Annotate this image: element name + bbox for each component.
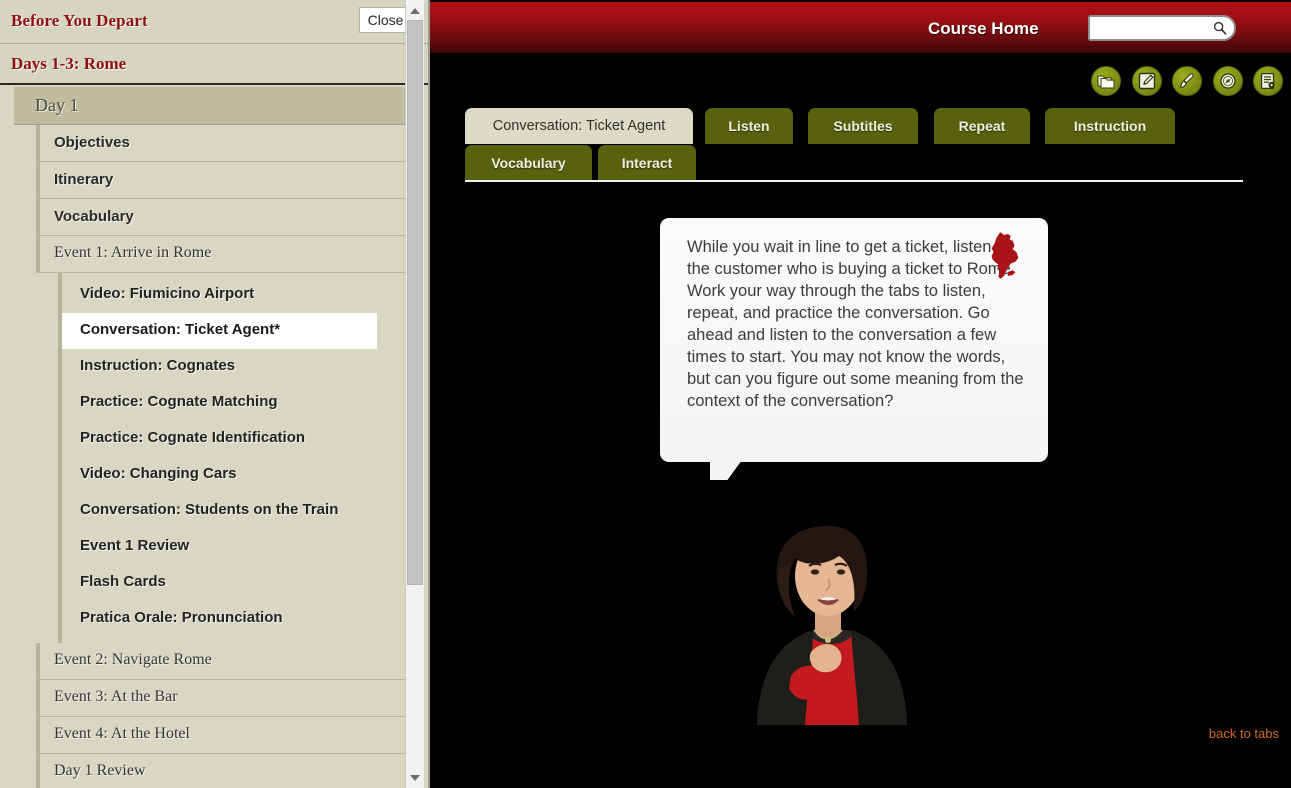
event-1-children: Video: Fiumicino Airport Conversation: T…: [58, 273, 405, 643]
paintbrush-icon[interactable]: [1172, 66, 1203, 96]
list-item[interactable]: Video: Fiumicino Airport: [62, 277, 405, 313]
sidebar-header: Before You Depart Close: [0, 0, 430, 44]
list-item[interactable]: Practice: Cognate Matching: [62, 385, 405, 421]
sidebar-item-day-1-review[interactable]: Day 1 Review: [36, 754, 405, 788]
tab-interact[interactable]: Interact: [598, 145, 696, 181]
folder-icon[interactable]: [1091, 66, 1122, 96]
sidebar-title: Before You Depart: [11, 11, 148, 30]
compass-icon[interactable]: [1212, 66, 1243, 96]
sidebar-scrollbar[interactable]: [405, 0, 424, 788]
list-item[interactable]: Flash Cards: [62, 565, 405, 601]
sidebar-item-event-4[interactable]: Event 4: At the Hotel: [36, 717, 405, 754]
sidebar-item-label: Event 2: Navigate Rome: [54, 651, 212, 668]
sidebar-item-label: Itinerary: [54, 171, 114, 188]
outline-level2-top: Objectives Itinerary Vocabulary Event 1:…: [14, 125, 405, 788]
list-item-label: Video: Fiumicino Airport: [80, 285, 255, 302]
list-item[interactable]: Video: Changing Cars: [62, 457, 405, 493]
list-item-label: Conversation: Ticket Agent*: [80, 321, 281, 338]
list-item-label: Flash Cards: [80, 573, 166, 590]
sidebar-subtitle: Days 1-3: Rome: [11, 54, 127, 73]
scroll-up-arrow-icon[interactable]: [406, 2, 424, 19]
sidebar-item-label: Event 4: At the Hotel: [54, 725, 190, 742]
sidebar-subheader: Days 1-3: Rome: [0, 44, 430, 85]
presenter-photo: [707, 480, 947, 725]
sidebar-item-event-2[interactable]: Event 2: Navigate Rome: [36, 643, 405, 680]
italy-map-icon: [991, 232, 1019, 279]
tab-listen[interactable]: Listen: [705, 108, 793, 144]
tab-vocabulary[interactable]: Vocabulary: [465, 145, 592, 181]
presenter-illustration: [707, 480, 947, 725]
list-item-selected[interactable]: Conversation: Ticket Agent*: [62, 313, 377, 349]
tab-row-2: Vocabulary Interact: [465, 145, 1255, 182]
tab-underline: [465, 180, 1243, 182]
list-item[interactable]: Instruction: Cognates: [62, 349, 405, 385]
sidebar-item-vocabulary[interactable]: Vocabulary: [36, 199, 405, 236]
search-box[interactable]: [1088, 15, 1236, 41]
search-input[interactable]: [1094, 19, 1208, 39]
sidebar-item-itinerary[interactable]: Itinerary: [36, 162, 405, 199]
course-outline-sidebar: Before You Depart Close Days 1-3: Rome D…: [0, 0, 430, 788]
list-item-label: Practice: Cognate Identification: [80, 429, 306, 446]
list-item-label: Pratica Orale: Pronunciation: [80, 609, 283, 626]
outline-day-header[interactable]: Day 1: [14, 87, 405, 125]
search-icon[interactable]: [1213, 21, 1227, 35]
sidebar-item-label: Vocabulary: [54, 208, 134, 225]
sidebar-item-event-1[interactable]: Event 1: Arrive in Rome: [36, 236, 405, 273]
tool-icon-bar: [1085, 66, 1283, 98]
scroll-down-arrow-icon[interactable]: [406, 769, 424, 786]
bubble-text: While you wait in line to get a ticket, …: [687, 238, 1024, 410]
list-item[interactable]: Conversation: Students on the Train: [62, 493, 405, 529]
breadcrumb: Course Home: [928, 19, 1039, 38]
list-item[interactable]: Practice: Cognate Identification: [62, 421, 405, 457]
list-item-label: Video: Changing Cars: [80, 465, 237, 482]
speech-bubble: While you wait in line to get a ticket, …: [660, 218, 1048, 504]
sidebar-item-label: Day 1 Review: [54, 762, 146, 779]
notepad-edit-icon[interactable]: [1131, 66, 1162, 96]
sidebar-item-event-3[interactable]: Event 3: At the Bar: [36, 680, 405, 717]
outline-day-label: Day 1: [35, 95, 79, 115]
list-item-label: Instruction: Cognates: [80, 357, 236, 374]
tab-conversation-ticket-agent[interactable]: Conversation: Ticket Agent: [465, 108, 693, 144]
sidebar-item-label: Event 1: Arrive in Rome: [54, 244, 212, 261]
tab-repeat[interactable]: Repeat: [934, 108, 1030, 144]
tab-bar: Conversation: Ticket Agent Listen Subtit…: [465, 108, 1255, 182]
list-item-label: Event 1 Review: [80, 537, 190, 554]
outline-tree: Day 1 Objectives Itinerary Vocabulary Ev…: [0, 87, 430, 788]
tab-instruction[interactable]: Instruction: [1045, 108, 1175, 144]
tab-row-1: Conversation: Ticket Agent Listen Subtit…: [465, 108, 1255, 145]
main-content: Course Home Conversation: Ticket Agent L…: [430, 0, 1291, 788]
sidebar-item-objectives[interactable]: Objectives: [36, 125, 405, 162]
sidebar-item-label: Objectives: [54, 134, 130, 151]
back-to-tabs-link[interactable]: back to tabs: [1209, 726, 1279, 741]
course-player: Before You Depart Close Days 1-3: Rome D…: [0, 0, 1291, 788]
list-item[interactable]: Event 1 Review: [62, 529, 405, 565]
sidebar-item-label: Event 3: At the Bar: [54, 688, 178, 705]
tab-subtitles[interactable]: Subtitles: [808, 108, 918, 144]
list-item-label: Conversation: Students on the Train: [80, 501, 339, 518]
list-item-label: Practice: Cognate Matching: [80, 393, 278, 410]
top-bar: Course Home: [430, 2, 1291, 56]
list-item[interactable]: Pratica Orale: Pronunciation: [62, 601, 405, 637]
scrollbar-thumb[interactable]: [407, 20, 423, 585]
document-settings-icon[interactable]: [1253, 66, 1283, 96]
